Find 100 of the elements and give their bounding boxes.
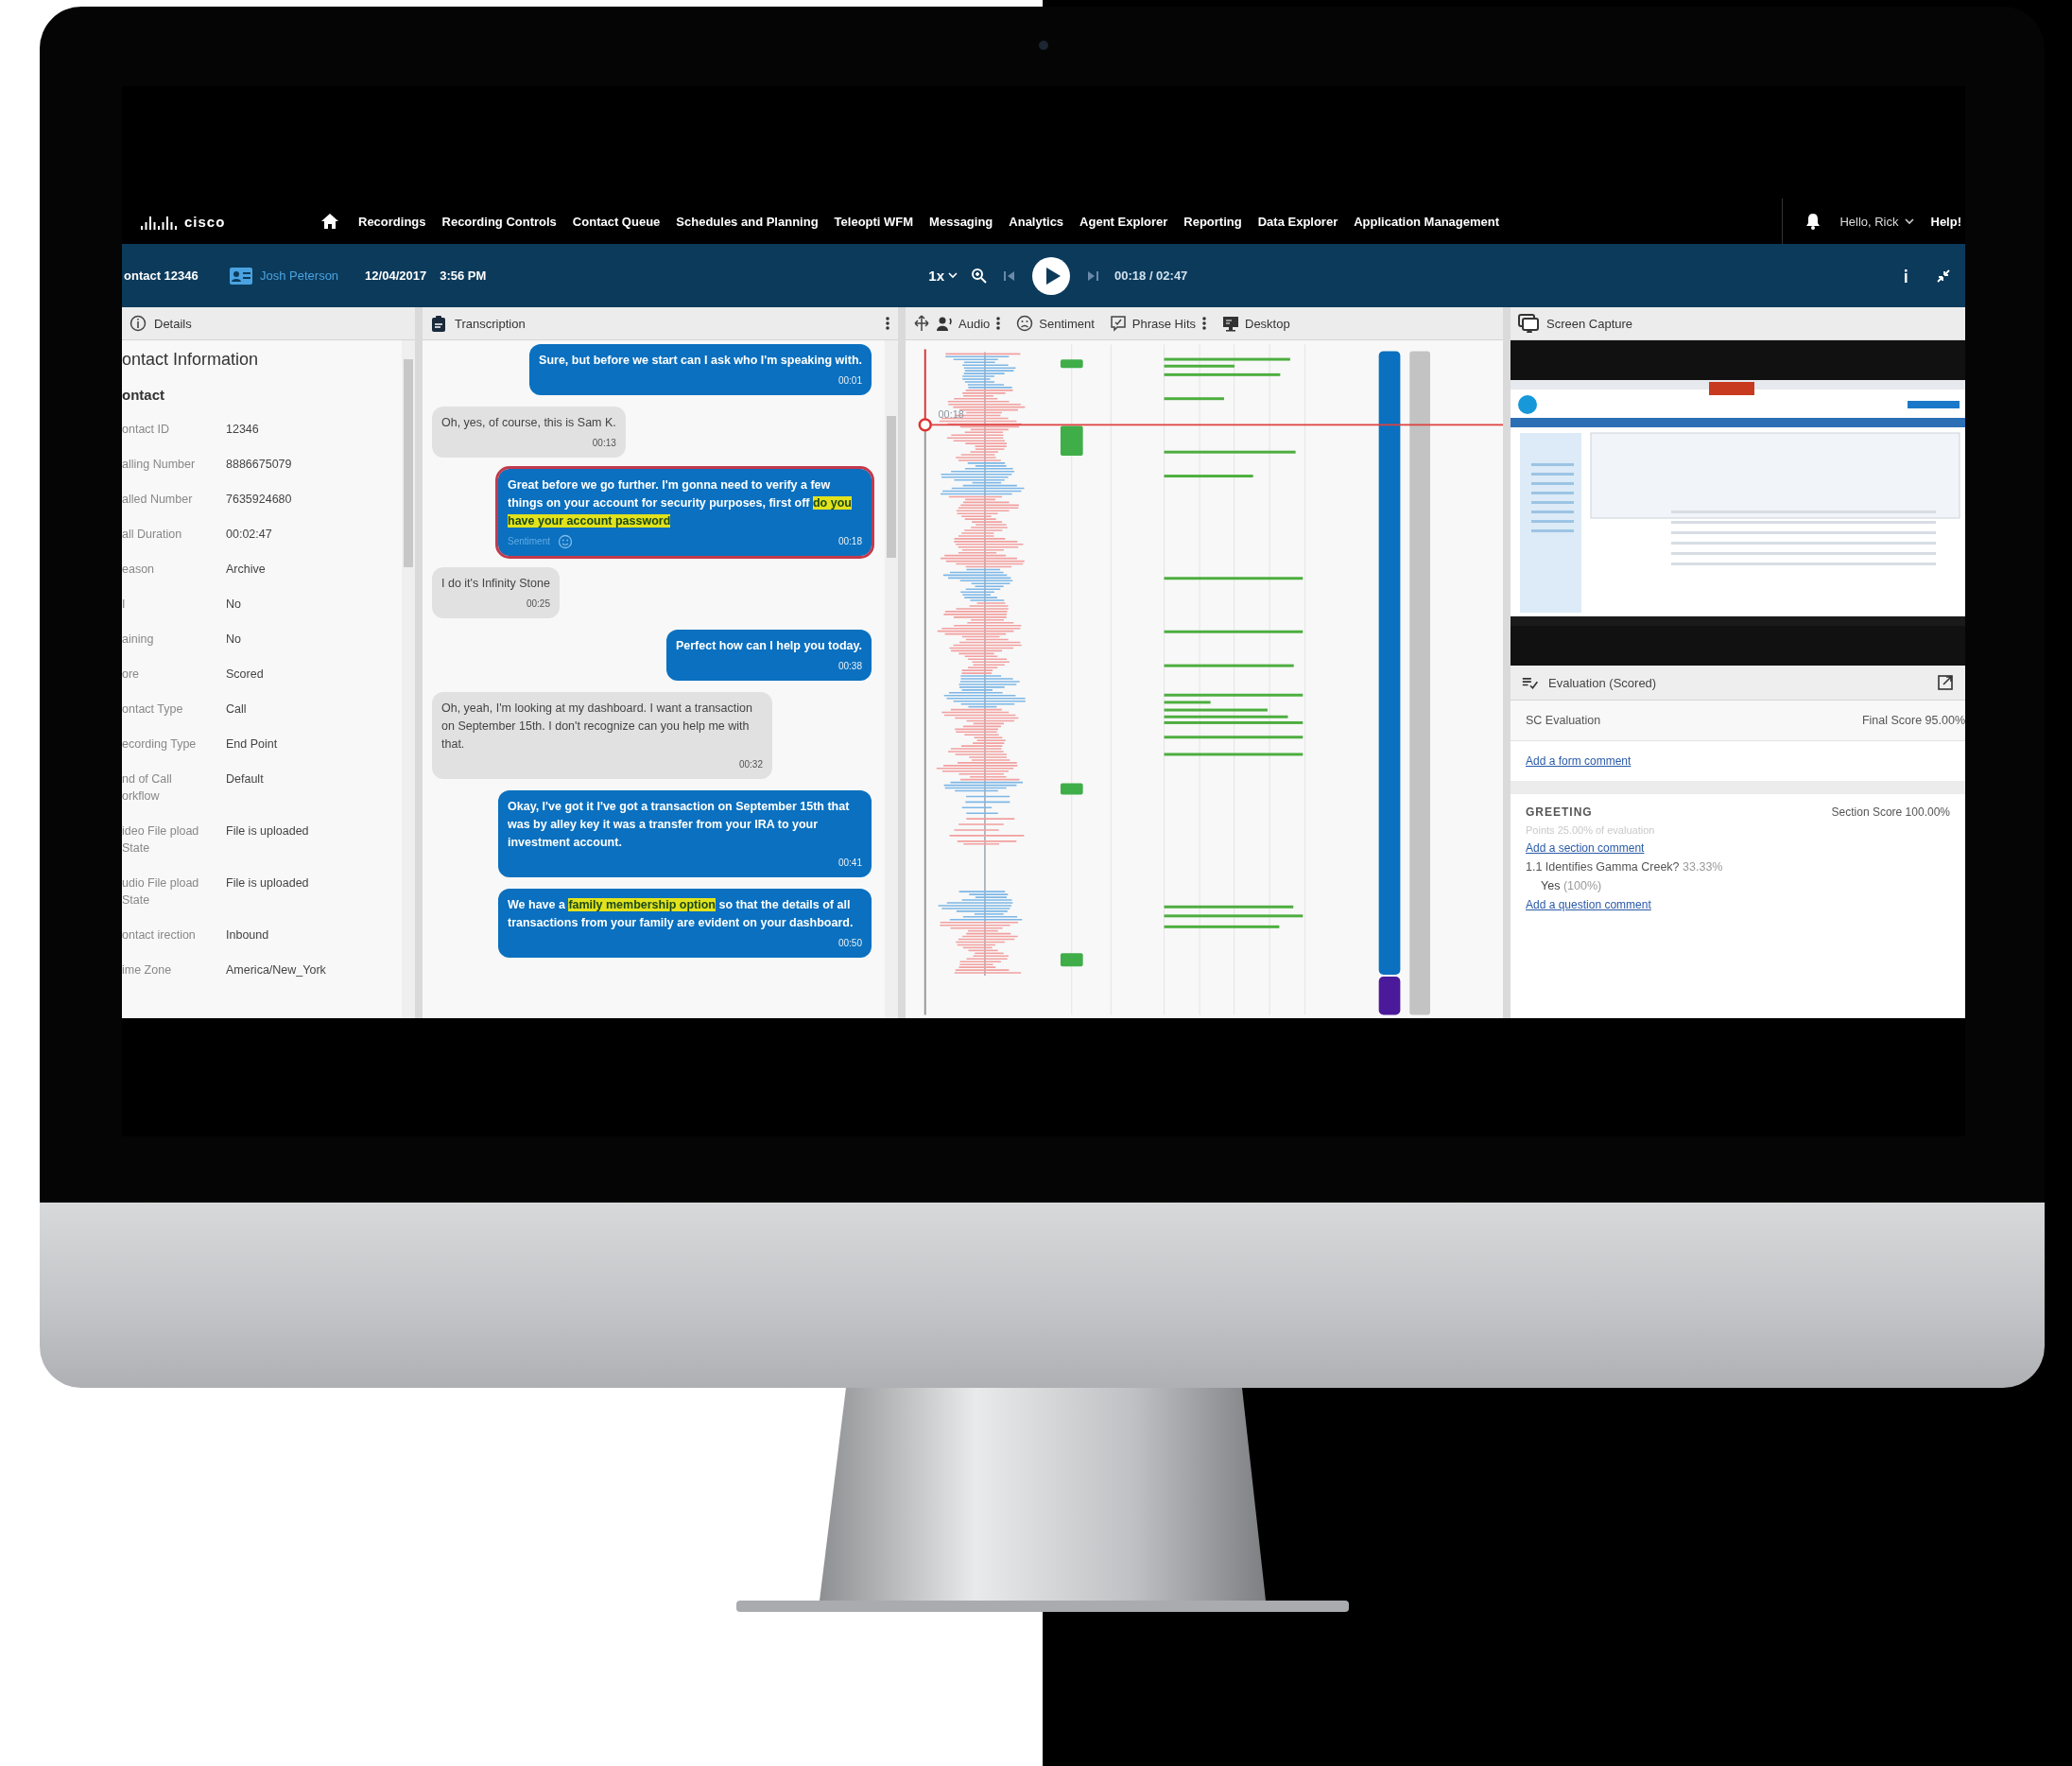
- logo-text: cisco: [184, 213, 226, 230]
- message-time: 00:38: [837, 660, 862, 673]
- final-score: Final Score 95.00%: [1861, 714, 1965, 727]
- customer-message-bubble[interactable]: Oh, yes, of course, this is Sam K. 00:13: [432, 407, 626, 458]
- field-label: ontact ID: [122, 422, 171, 438]
- speed-dropdown[interactable]: 1x: [928, 268, 958, 284]
- field-value: End Point: [226, 736, 279, 753]
- message-text: Perfect how can I help you today.: [675, 638, 862, 654]
- customer-message-bubble[interactable]: Oh, yeah, I'm looking at my dashboard. I want a transaction on September 15th. I don't recognize can you help me with that. 00:32: [432, 692, 772, 779]
- message-text: Okay, I've got it I've got a transaction on September 15th that was by alley key it was a transfer from your IRA to your investment account.: [508, 799, 851, 851]
- customer-message-bubble[interactable]: I do it's Infinity Stone 00:25: [432, 567, 560, 618]
- home-icon[interactable]: [320, 212, 339, 231]
- field-value: 00:02:47: [226, 527, 273, 543]
- message-time: 00:25: [526, 597, 550, 611]
- message-time: 00:01: [837, 374, 862, 388]
- field-label: alling Number: [122, 457, 197, 473]
- add-comment-link[interactable]: Add a question comment: [1526, 898, 1950, 911]
- zoom-icon[interactable]: [971, 267, 988, 285]
- field-label: eason: [122, 562, 156, 578]
- field-label: ontact Type: [122, 701, 184, 718]
- scrollbar[interactable]: [885, 340, 898, 1018]
- field-label: ore: [122, 667, 141, 683]
- field-label: ecording Type: [122, 736, 198, 753]
- section-score: Section Score 100.00%: [1831, 805, 1950, 819]
- field-label: ime Zone: [122, 962, 173, 978]
- nav-link[interactable]: Messaging: [929, 214, 993, 229]
- field-label: ideo File pload State: [122, 823, 200, 857]
- play-button[interactable]: [1031, 255, 1071, 296]
- field-value: America/New_York: [226, 962, 327, 978]
- move-icon[interactable]: [913, 315, 930, 332]
- more-menu-icon[interactable]: [1201, 316, 1207, 331]
- column-header[interactable]: Audio: [936, 315, 1011, 332]
- add-comment-link[interactable]: Add a section comment: [1526, 841, 1950, 855]
- sentiment-label: Sentiment: [508, 535, 551, 548]
- field-label: aining: [122, 632, 155, 648]
- agent-message-bubble[interactable]: Great before we go further. I'm gonna need to verify a few things on your account for security purposes, first off do you have your account password Sentiment 00:18: [498, 469, 872, 556]
- message-time: 00:32: [738, 758, 763, 771]
- scrollbar[interactable]: [402, 340, 415, 1018]
- answer-text: Yes (100%): [1540, 879, 1603, 892]
- more-menu-icon[interactable]: [885, 316, 890, 331]
- field-value: 12346: [226, 422, 260, 438]
- column-header[interactable]: Phrase Hits: [1109, 315, 1217, 332]
- info-icon: [130, 315, 147, 332]
- nav-link[interactable]: Reporting: [1183, 214, 1242, 229]
- sentiment-marker: [1060, 953, 1083, 967]
- section-title: ontact Information: [122, 350, 260, 370]
- field-label: alled Number: [122, 492, 194, 508]
- agent-link[interactable]: Josh Peterson: [260, 268, 339, 283]
- nav-link[interactable]: Analytics: [1009, 214, 1064, 229]
- collapse-icon[interactable]: [1935, 267, 1952, 285]
- help-link[interactable]: Help!: [1930, 214, 1965, 229]
- phrase-hits-icon: [1109, 315, 1127, 332]
- call-date: 12/04/2017: [365, 268, 427, 283]
- section-subtitle: ontact: [122, 387, 165, 403]
- caret-icon: [948, 272, 958, 279]
- clipboard-icon: [430, 315, 447, 332]
- message-text: Great before we go further. I'm gonna need to verify a few things on your account for security purposes, first off do you have your account password: [508, 477, 853, 529]
- field-value: 7635924680: [226, 492, 293, 508]
- field-label: udio File pload State: [122, 875, 200, 909]
- nav-link[interactable]: Application Management: [1354, 214, 1500, 229]
- external-link-icon[interactable]: [1937, 674, 1954, 691]
- panel-title: Details: [154, 316, 192, 331]
- nav-link[interactable]: Agent Explorer: [1079, 214, 1168, 229]
- field-value: Archive: [226, 562, 267, 578]
- playback-position: 00:18 / 02:47: [1114, 268, 1188, 283]
- column-header[interactable]: Desktop: [1222, 315, 1300, 332]
- phrase-hit-bar: [1164, 701, 1211, 704]
- field-value: Call: [226, 701, 248, 718]
- nav-link[interactable]: Data Explorer: [1257, 214, 1338, 229]
- field-label: nd of Call orkflow: [122, 771, 173, 805]
- field-label: I: [122, 597, 127, 613]
- nav-link[interactable]: Recording Controls: [441, 214, 557, 229]
- message-text: Sure, but before we start can I ask who I'm speaking with.: [539, 353, 862, 369]
- field-value: Scored: [226, 667, 265, 683]
- more-menu-icon[interactable]: [995, 316, 1002, 331]
- field-value: No: [226, 597, 242, 613]
- call-time: 3:56 PM: [440, 268, 487, 283]
- nav-link[interactable]: Schedules and Planning: [676, 214, 819, 229]
- agent-message-bubble[interactable]: We have a family membership option so that the details of all transactions from your family are evident on your dashboard. 00:50: [498, 889, 872, 958]
- section-name: GREETING: [1526, 805, 1593, 819]
- nav-link[interactable]: Contact Queue: [572, 214, 661, 229]
- agent-message-bubble[interactable]: Sure, but before we start can I ask who I'm speaking with. 00:01: [529, 344, 872, 395]
- phrase-hit-bar: [1164, 397, 1224, 401]
- field-label: ontact irection: [122, 927, 197, 944]
- agent-message-bubble[interactable]: Okay, I've got it I've got a transaction on September 15th that was by alley key it was a transfer from your IRA to your investment account. 00:41: [498, 790, 872, 877]
- sentiment-marker: [1060, 359, 1083, 369]
- message-time: 00:41: [837, 857, 862, 870]
- message-text: I do it's Infinity Stone: [441, 576, 550, 592]
- agent-message-bubble[interactable]: Perfect how can I help you today. 00:38: [665, 630, 872, 681]
- sentiment-icon: [1016, 315, 1034, 332]
- field-value: Inbound: [226, 927, 270, 944]
- column-header[interactable]: Sentiment: [1016, 315, 1104, 332]
- message-text: Oh, yeah, I'm looking at my dashboard. I want a transaction on September 15th. I don't recognize can you help me with that.: [441, 701, 753, 753]
- nav-link[interactable]: Teleopti WFM: [834, 214, 914, 229]
- user-menu[interactable]: Hello, Rick: [1839, 214, 1914, 229]
- field-value: No: [226, 632, 242, 648]
- caret-icon: [1904, 217, 1914, 225]
- audio-icon: [936, 315, 953, 332]
- nav-link[interactable]: Recordings: [358, 214, 426, 229]
- field-label: all Duration: [122, 527, 183, 543]
